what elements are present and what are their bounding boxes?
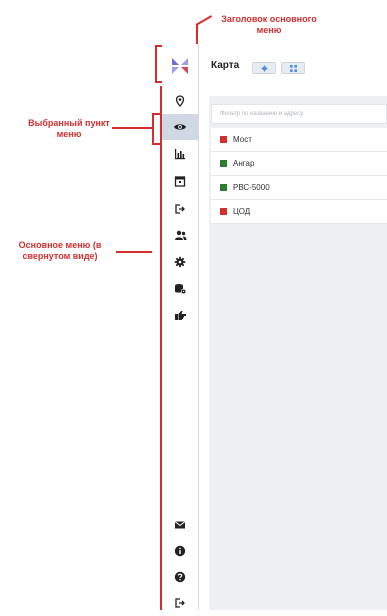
calendar-icon <box>174 176 186 187</box>
menu-item-data-settings[interactable] <box>162 276 198 302</box>
app-logo-icon <box>172 58 188 74</box>
toolbar-settings-button[interactable] <box>252 62 276 74</box>
info-icon <box>174 545 186 557</box>
menu-item-info[interactable] <box>162 538 198 564</box>
object-name: ЦОД <box>233 207 251 216</box>
menu-item-map[interactable] <box>162 88 198 114</box>
eye-icon <box>174 124 186 130</box>
menu-item-messages[interactable] <box>162 512 198 538</box>
object-name: Ангар <box>233 159 255 168</box>
status-indicator <box>220 184 227 191</box>
help-icon <box>174 571 186 583</box>
status-indicator <box>220 208 227 215</box>
toolbar-grid-button[interactable] <box>281 62 305 74</box>
object-name: Мост <box>233 135 252 144</box>
grid-icon <box>289 64 297 72</box>
menu-item-view[interactable] <box>162 114 198 140</box>
users-icon <box>174 230 186 240</box>
location-pin-icon <box>175 95 185 107</box>
menu-item-reports[interactable] <box>162 141 198 167</box>
object-filter-input[interactable]: Фильтр по названию и адресу <box>211 104 387 124</box>
page-title: Карта <box>211 60 240 71</box>
gear-small-icon <box>260 64 268 72</box>
annotation-header-label: Заголовок основного меню <box>221 14 317 35</box>
list-item[interactable]: ЦОД <box>211 200 387 224</box>
list-item[interactable]: Мост <box>211 128 387 152</box>
menu-item-calendar[interactable] <box>162 168 198 194</box>
list-item[interactable]: РВС-5000 <box>211 176 387 200</box>
bar-chart-icon <box>175 149 185 160</box>
menu-item-users[interactable] <box>162 222 198 248</box>
sign-out-icon <box>175 204 185 214</box>
menu-item-help[interactable] <box>162 564 198 590</box>
annotation-selected-label: Выбранный пункт меню <box>28 118 110 139</box>
status-indicator <box>220 160 227 167</box>
hand-pointer-icon <box>174 310 186 320</box>
menu-item-export[interactable] <box>162 196 198 222</box>
app-logo[interactable] <box>166 54 194 78</box>
annotation-header-line-2 <box>196 24 198 46</box>
object-list: Мост Ангар РВС-5000 ЦОД <box>211 128 387 224</box>
menu-item-settings[interactable] <box>162 249 198 275</box>
object-name: РВС-5000 <box>233 183 270 192</box>
menu-item-actions[interactable] <box>162 302 198 328</box>
envelope-icon <box>174 521 186 529</box>
logout-icon <box>175 598 185 608</box>
gear-icon <box>174 256 186 268</box>
annotation-menu-line <box>116 251 152 253</box>
database-settings-icon <box>174 284 186 295</box>
annotation-menu-label: Основное меню (в свернутом виде) <box>18 240 102 261</box>
list-item[interactable]: Ангар <box>211 152 387 176</box>
annotation-selected-line <box>112 127 152 129</box>
status-indicator <box>220 136 227 143</box>
menu-item-logout[interactable] <box>162 590 198 616</box>
